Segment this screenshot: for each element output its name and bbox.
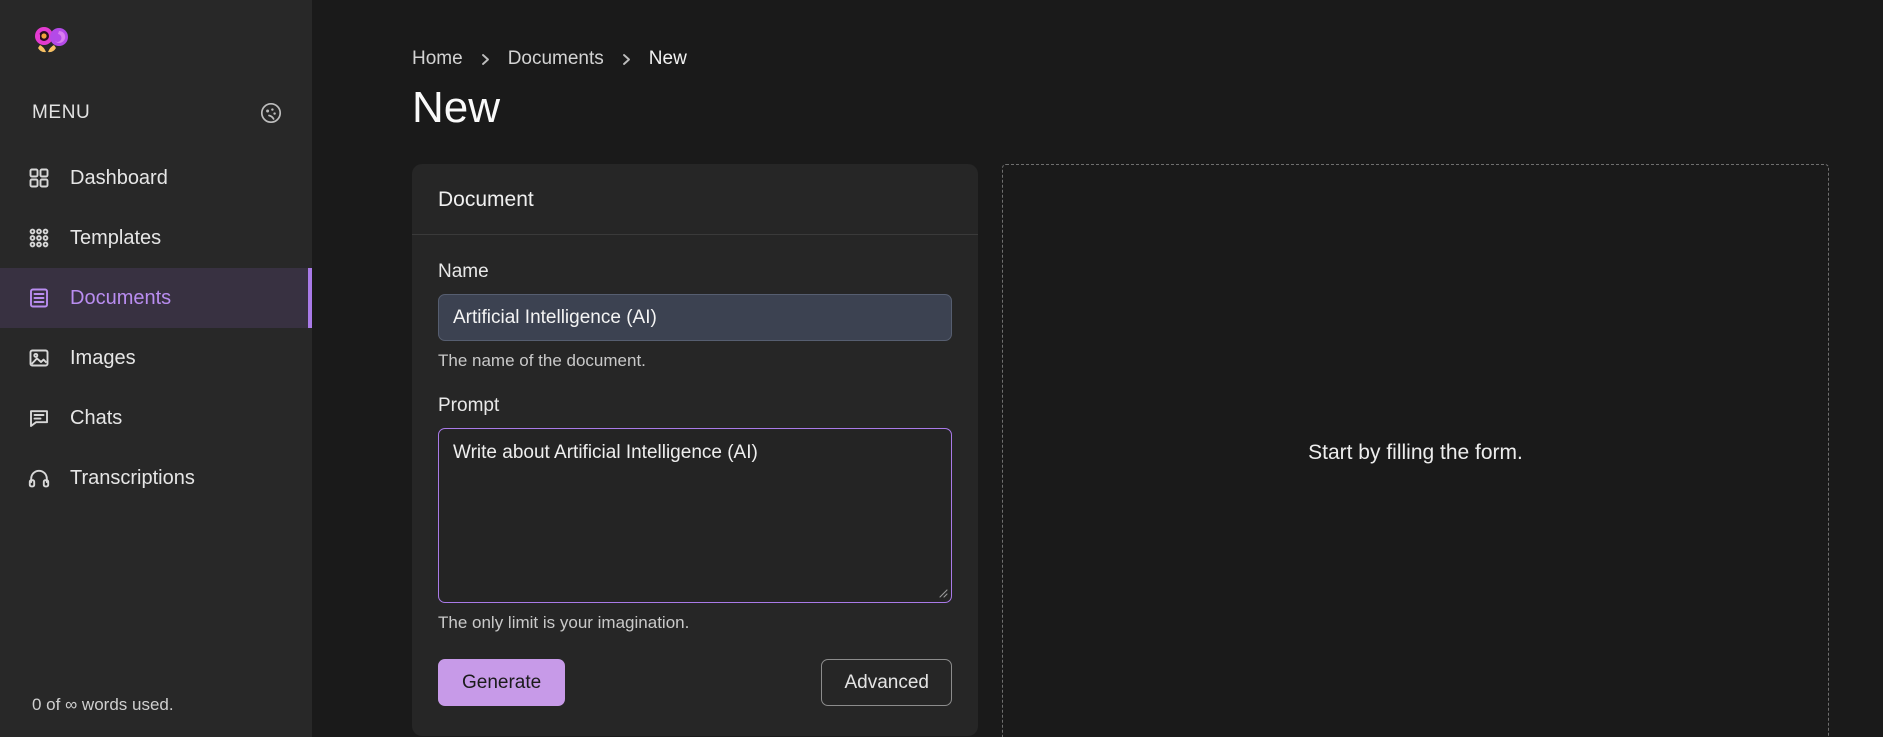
app-root: MENU Dashboard Templates Documents Image…: [0, 0, 1883, 737]
preview-panel: Start by filling the form.: [1002, 164, 1829, 737]
sidebar-item-label: Templates: [70, 226, 162, 249]
card-body: Name The name of the document. Prompt Th: [412, 235, 978, 736]
sidebar-item-label: Dashboard: [70, 166, 168, 189]
menu-header: MENU: [0, 84, 312, 140]
logo-container[interactable]: [0, 0, 312, 84]
breadcrumb: Home Documents New: [312, 48, 1883, 70]
palette-icon[interactable]: [258, 100, 284, 126]
breadcrumb-item-new: New: [648, 48, 687, 69]
sidebar-item-chats[interactable]: Chats: [0, 388, 312, 448]
prompt-textarea[interactable]: [438, 428, 952, 604]
form-actions: Generate Advanced: [438, 659, 952, 707]
page-title: New: [412, 83, 501, 132]
sidebar-item-label: Chats: [70, 406, 123, 429]
sidebar-footer: 0 of ∞ words used.: [0, 695, 312, 737]
sidebar-item-label: Transcriptions: [70, 466, 195, 489]
sidebar-item-label: Images: [70, 346, 136, 369]
document-form-card: Document Name The name of the document. …: [412, 164, 978, 737]
advanced-button[interactable]: Advanced: [821, 659, 952, 707]
sidebar-item-transcriptions[interactable]: Transcriptions: [0, 448, 312, 508]
prompt-field-group: Prompt The only limit is your imaginatio…: [438, 395, 952, 633]
name-field-group: Name The name of the document.: [438, 261, 952, 371]
name-input[interactable]: [438, 294, 952, 342]
headphones-icon: [26, 465, 52, 491]
sidebar-item-label: Documents: [70, 286, 172, 309]
chat-bubble-icon: [26, 405, 52, 431]
breadcrumb-item-home[interactable]: Home: [412, 48, 463, 70]
chevron-right-icon: [620, 53, 633, 66]
document-lines-icon: [26, 285, 52, 311]
sidebar-item-images[interactable]: Images: [0, 328, 312, 388]
sidebar-nav: Dashboard Templates Documents Images Cha…: [0, 148, 312, 508]
name-label: Name: [438, 261, 489, 283]
menu-label: MENU: [32, 102, 91, 123]
grid-squares-icon: [26, 165, 52, 191]
card-header: Document: [412, 164, 978, 236]
main-content: Home Documents New New Document Name Art…: [312, 0, 1883, 737]
sidebar: MENU Dashboard Templates Documents Image…: [0, 0, 312, 737]
name-help-text: The name of the document.: [438, 351, 646, 371]
sidebar-item-templates[interactable]: Templates: [0, 208, 312, 268]
generate-button[interactable]: Generate: [438, 659, 566, 707]
prompt-label: Prompt: [438, 395, 500, 417]
app-logo: [35, 27, 68, 53]
image-icon: [26, 345, 52, 371]
sidebar-item-dashboard[interactable]: Dashboard: [0, 148, 312, 208]
content-columns: Document Name The name of the document. …: [312, 132, 1883, 737]
dots-grid-icon: [26, 225, 52, 251]
card-title: Document: [438, 188, 534, 212]
preview-empty-text: Start by filling the form.: [1308, 440, 1523, 464]
prompt-help-text: The only limit is your imagination.: [438, 613, 690, 633]
chevron-right-icon: [479, 53, 492, 66]
sidebar-item-documents[interactable]: Documents: [0, 268, 312, 328]
words-used-status: 0 of ∞ words used.: [32, 695, 174, 714]
breadcrumb-item-documents[interactable]: Documents: [508, 48, 604, 70]
